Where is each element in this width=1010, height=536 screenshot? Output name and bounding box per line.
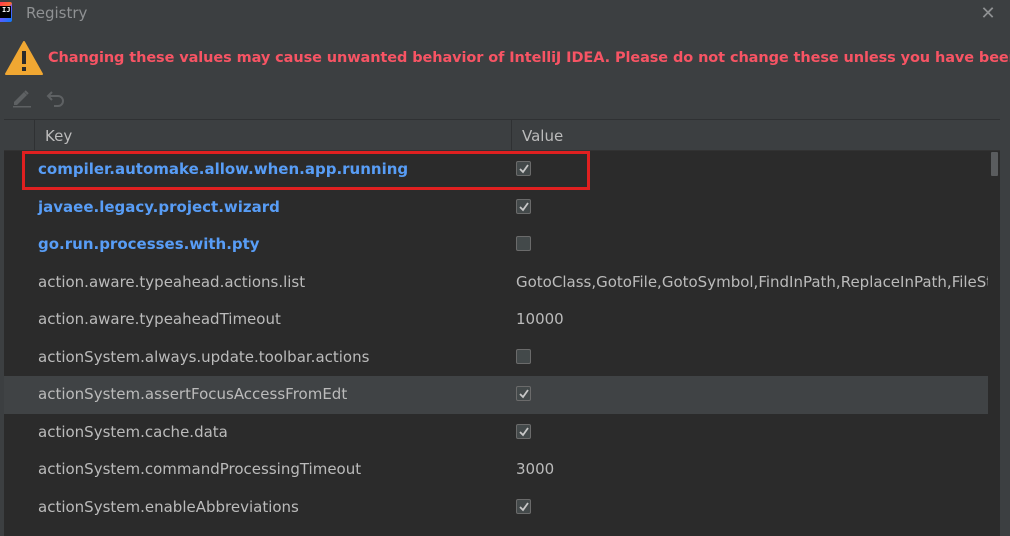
registry-value[interactable]: 10000 — [516, 301, 988, 339]
edit-pencil-icon[interactable] — [10, 86, 34, 108]
undo-icon[interactable] — [44, 86, 68, 108]
registry-table: Key Value compiler.automake.allow.when.a… — [4, 119, 1000, 536]
value-checkbox[interactable] — [516, 198, 531, 214]
table-row[interactable]: go.run.processes.with.pty — [4, 226, 988, 264]
window-border — [1000, 119, 1010, 536]
registry-key: actionSystem.commandProcessingTimeout — [38, 460, 362, 478]
registry-key: action.aware.typeahead.actions.list — [38, 272, 306, 291]
checkmark-icon — [519, 501, 529, 511]
registry-value[interactable]: GotoClass,GotoFile,GotoSymbol,FindInPath… — [516, 264, 988, 302]
checkmark-icon — [519, 389, 529, 399]
registry-key: actionSystem.always.update.toolbar.actio… — [38, 347, 370, 366]
registry-key: actionSystem.cache.data — [38, 422, 228, 441]
table-body: compiler.automake.allow.when.app.running… — [4, 151, 988, 526]
checkmark-icon — [519, 164, 529, 174]
table-row[interactable]: actionSystem.enableAbbreviations — [4, 489, 988, 527]
registry-key: actionSystem.enableAbbreviations — [38, 497, 299, 516]
value-checkbox[interactable] — [516, 498, 531, 514]
checkmark-icon — [519, 201, 529, 211]
value-checkbox[interactable] — [516, 161, 531, 176]
header-spacer — [4, 120, 34, 150]
table-row[interactable]: actionSystem.commandProcessingTimeout 300… — [4, 451, 988, 489]
warning-icon — [5, 41, 43, 75]
registry-key: actionSystem.assertFocusAccessFromEdt — [38, 385, 348, 403]
intellij-icon: IJ — [0, 2, 12, 22]
table-row[interactable]: action.aware.typeaheadTimeout 10000 — [4, 301, 988, 339]
warning-message: Changing these values may cause unwanted… — [48, 50, 1010, 66]
warning-banner: Changing these values may cause unwanted… — [4, 40, 1010, 76]
title-bar: IJ Registry ✕ — [0, 0, 1010, 28]
table-row[interactable]: action.aware.typeahead.actions.list GotoC… — [4, 264, 988, 302]
registry-key: go.run.processes.with.pty — [38, 235, 260, 253]
table-row[interactable]: compiler.automake.allow.when.app.running — [4, 151, 988, 189]
close-icon[interactable]: ✕ — [978, 4, 998, 24]
window-title: Registry — [26, 4, 88, 22]
scroll-thumb[interactable] — [991, 152, 998, 176]
table-row[interactable]: javaee.legacy.project.wizard — [4, 189, 988, 227]
column-header-key[interactable]: Key — [34, 120, 511, 150]
table-row[interactable]: actionSystem.cache.data — [4, 414, 988, 452]
value-checkbox[interactable] — [516, 348, 531, 364]
table-header: Key Value — [4, 120, 1000, 151]
value-checkbox[interactable] — [516, 423, 531, 439]
column-header-value[interactable]: Value — [511, 120, 1000, 150]
value-checkbox[interactable] — [516, 386, 531, 401]
table-row[interactable]: actionSystem.assertFocusAccessFromEdt — [4, 376, 988, 414]
value-checkbox[interactable] — [516, 236, 531, 251]
registry-key: action.aware.typeaheadTimeout — [38, 310, 281, 328]
registry-key: compiler.automake.allow.when.app.running — [38, 160, 409, 178]
vertical-scrollbar[interactable] — [988, 151, 1000, 536]
registry-dialog: IJ Registry ✕ Changing these values may … — [0, 0, 1010, 536]
registry-value[interactable]: 3000 — [516, 451, 988, 489]
registry-key: javaee.legacy.project.wizard — [38, 197, 280, 216]
checkmark-icon — [519, 426, 529, 436]
table-row[interactable]: actionSystem.always.update.toolbar.actio… — [4, 339, 988, 377]
